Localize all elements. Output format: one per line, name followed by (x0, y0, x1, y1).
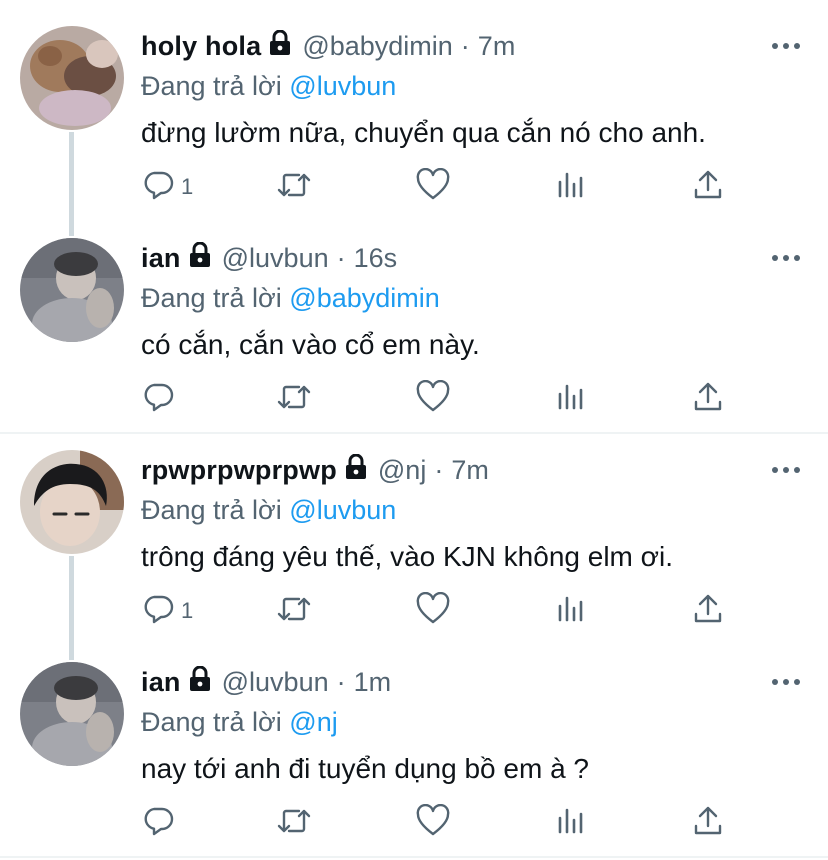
analytics-icon (555, 804, 587, 843)
avatar[interactable] (20, 450, 124, 554)
timestamp[interactable]: 1m (354, 667, 392, 698)
more-icon[interactable] (770, 462, 802, 473)
avatar[interactable] (20, 662, 124, 766)
reply-count: 1 (181, 598, 194, 623)
username[interactable]: @luvbun (222, 667, 329, 698)
like-icon (415, 167, 451, 207)
timestamp[interactable]: 16s (354, 243, 398, 274)
action-bar (141, 377, 781, 421)
like-button[interactable] (415, 801, 451, 845)
like-button[interactable] (415, 589, 451, 633)
mention-link[interactable]: @babydimin (289, 283, 439, 313)
more-icon[interactable] (770, 674, 802, 685)
share-button[interactable] (691, 801, 725, 845)
tweet[interactable]: rpwprpwprpwp @nj · 7m Đang trả lời @luvb… (0, 434, 828, 644)
retweet-icon (275, 168, 313, 207)
tweet-text: nay tới anh đi tuyển dụng bồ em à ? (141, 753, 589, 784)
like-button[interactable] (415, 165, 451, 209)
analytics-button[interactable] (555, 165, 587, 209)
tweet-header: ian @luvbun · 16s (141, 240, 397, 276)
replying-to: Đang trả lời @luvbun (141, 495, 396, 526)
reply-icon (141, 380, 175, 419)
replying-to-label: Đang trả lời (141, 71, 282, 101)
like-icon (415, 591, 451, 631)
retweet-icon (275, 592, 313, 631)
mention-link[interactable]: @luvbun (289, 495, 396, 525)
replying-to: Đang trả lời @nj (141, 707, 338, 738)
more-icon[interactable] (770, 250, 802, 261)
reply-icon (141, 804, 175, 843)
like-icon (415, 803, 451, 843)
separator-dot: · (336, 242, 346, 273)
lock-icon (268, 29, 292, 63)
display-name[interactable]: holy hola (141, 31, 261, 62)
action-bar: 1 (141, 589, 781, 633)
analytics-icon (555, 380, 587, 419)
reply-count: 1 (181, 174, 194, 199)
display-name[interactable]: ian (141, 243, 181, 274)
analytics-button[interactable] (555, 377, 587, 421)
share-icon (691, 592, 725, 631)
action-bar: 1 (141, 165, 781, 209)
like-icon (415, 379, 451, 419)
tweet-header: holy hola @babydimin · 7m (141, 28, 515, 64)
tweet-header: rpwprpwprpwp @nj · 7m (141, 452, 489, 488)
replying-to-label: Đang trả lời (141, 283, 282, 313)
username[interactable]: @luvbun (222, 243, 329, 274)
username[interactable]: @babydimin (302, 31, 452, 62)
separator-dot: · (460, 30, 470, 61)
separator-dot: · (434, 454, 444, 485)
display-name[interactable]: ian (141, 667, 181, 698)
username[interactable]: @nj (378, 455, 426, 486)
tweet-text: trông đáng yêu thế, vào KJN không elm ơi… (141, 541, 673, 572)
analytics-icon (555, 592, 587, 631)
share-button[interactable] (691, 589, 725, 633)
reply-icon (141, 168, 175, 207)
retweet-button[interactable] (275, 377, 313, 421)
like-button[interactable] (415, 377, 451, 421)
tweet-header: ian @luvbun · 1m (141, 664, 391, 700)
lock-icon (344, 453, 368, 487)
separator-dot: · (336, 666, 346, 697)
tweet-text: đừng lườm nữa, chuyển qua cắn nó cho anh… (141, 117, 706, 148)
retweet-icon (275, 804, 313, 843)
timestamp[interactable]: 7m (451, 455, 489, 486)
retweet-button[interactable] (275, 165, 313, 209)
share-icon (691, 168, 725, 207)
analytics-button[interactable] (555, 801, 587, 845)
display-name[interactable]: rpwprpwprpwp (141, 455, 337, 486)
reply-button[interactable]: 1 (141, 589, 193, 633)
mention-link[interactable]: @nj (289, 707, 337, 737)
share-icon (691, 380, 725, 419)
tweet[interactable]: ian @luvbun · 1m Đang trả lời @nj nay tớ… (0, 646, 828, 856)
analytics-icon (555, 168, 587, 207)
retweet-button[interactable] (275, 589, 313, 633)
action-bar (141, 801, 781, 845)
analytics-button[interactable] (555, 589, 587, 633)
replying-to: Đang trả lời @luvbun (141, 71, 396, 102)
divider (0, 856, 828, 858)
replying-to: Đang trả lời @babydimin (141, 283, 440, 314)
mention-link[interactable]: @luvbun (289, 71, 396, 101)
share-icon (691, 804, 725, 843)
replying-to-label: Đang trả lời (141, 495, 282, 525)
reply-icon (141, 592, 175, 631)
reply-button[interactable]: 1 (141, 165, 193, 209)
tweet-text: có cắn, cắn vào cổ em này. (141, 329, 480, 360)
tweet[interactable]: ian @luvbun · 16s Đang trả lời @babydimi… (0, 222, 828, 432)
avatar[interactable] (20, 238, 124, 342)
reply-button[interactable] (141, 801, 181, 845)
share-button[interactable] (691, 377, 725, 421)
retweet-button[interactable] (275, 801, 313, 845)
tweet[interactable]: holy hola @babydimin · 7m Đang trả lời @… (0, 10, 828, 220)
share-button[interactable] (691, 165, 725, 209)
lock-icon (188, 665, 212, 699)
avatar[interactable] (20, 26, 124, 130)
reply-button[interactable] (141, 377, 181, 421)
timestamp[interactable]: 7m (478, 31, 516, 62)
more-icon[interactable] (770, 38, 802, 49)
replying-to-label: Đang trả lời (141, 707, 282, 737)
retweet-icon (275, 380, 313, 419)
lock-icon (188, 241, 212, 275)
